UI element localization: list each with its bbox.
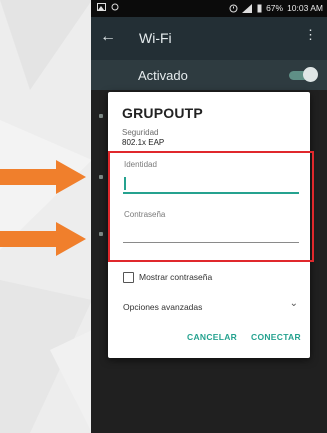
advanced-options-label[interactable]: Opciones avanzadas [123, 302, 202, 312]
wifi-toggle-label: Activado [138, 68, 188, 83]
arrow-identity-icon [0, 160, 86, 194]
app-bar: ← Wi-Fi ⋮ [91, 17, 327, 60]
list-item [99, 175, 103, 179]
status-bar: 67% 10:03 AM [91, 0, 327, 17]
list-item [99, 232, 103, 236]
show-password-label[interactable]: Mostrar contraseña [139, 272, 212, 282]
page-title: Wi-Fi [139, 30, 172, 46]
battery-icon [257, 4, 262, 12]
back-arrow-icon[interactable]: ← [100, 29, 116, 45]
show-password-checkbox[interactable] [123, 272, 134, 283]
notification-icon [111, 3, 119, 11]
battery-percent: 67% [266, 3, 284, 13]
alarm-icon [229, 4, 238, 12]
image-icon [97, 3, 106, 11]
chevron-down-icon[interactable]: ⌄ [290, 298, 298, 309]
signal-icon [242, 3, 253, 13]
highlight-box [108, 151, 314, 262]
list-item [99, 114, 103, 118]
status-time: 10:03 AM [287, 3, 323, 13]
background-pattern [0, 0, 92, 433]
security-value: 802.1x EAP [122, 138, 165, 147]
overflow-menu-icon[interactable]: ⋮ [304, 28, 317, 42]
dialog-title: GRUPOUTP [122, 105, 203, 121]
cancel-button[interactable]: CANCELAR [187, 332, 237, 342]
wifi-toggle-row[interactable]: Activado [91, 60, 327, 90]
arrow-password-icon [0, 222, 86, 256]
security-label: Seguridad [122, 128, 159, 137]
wifi-toggle-switch[interactable] [303, 67, 318, 82]
connect-button[interactable]: CONECTAR [251, 332, 301, 342]
